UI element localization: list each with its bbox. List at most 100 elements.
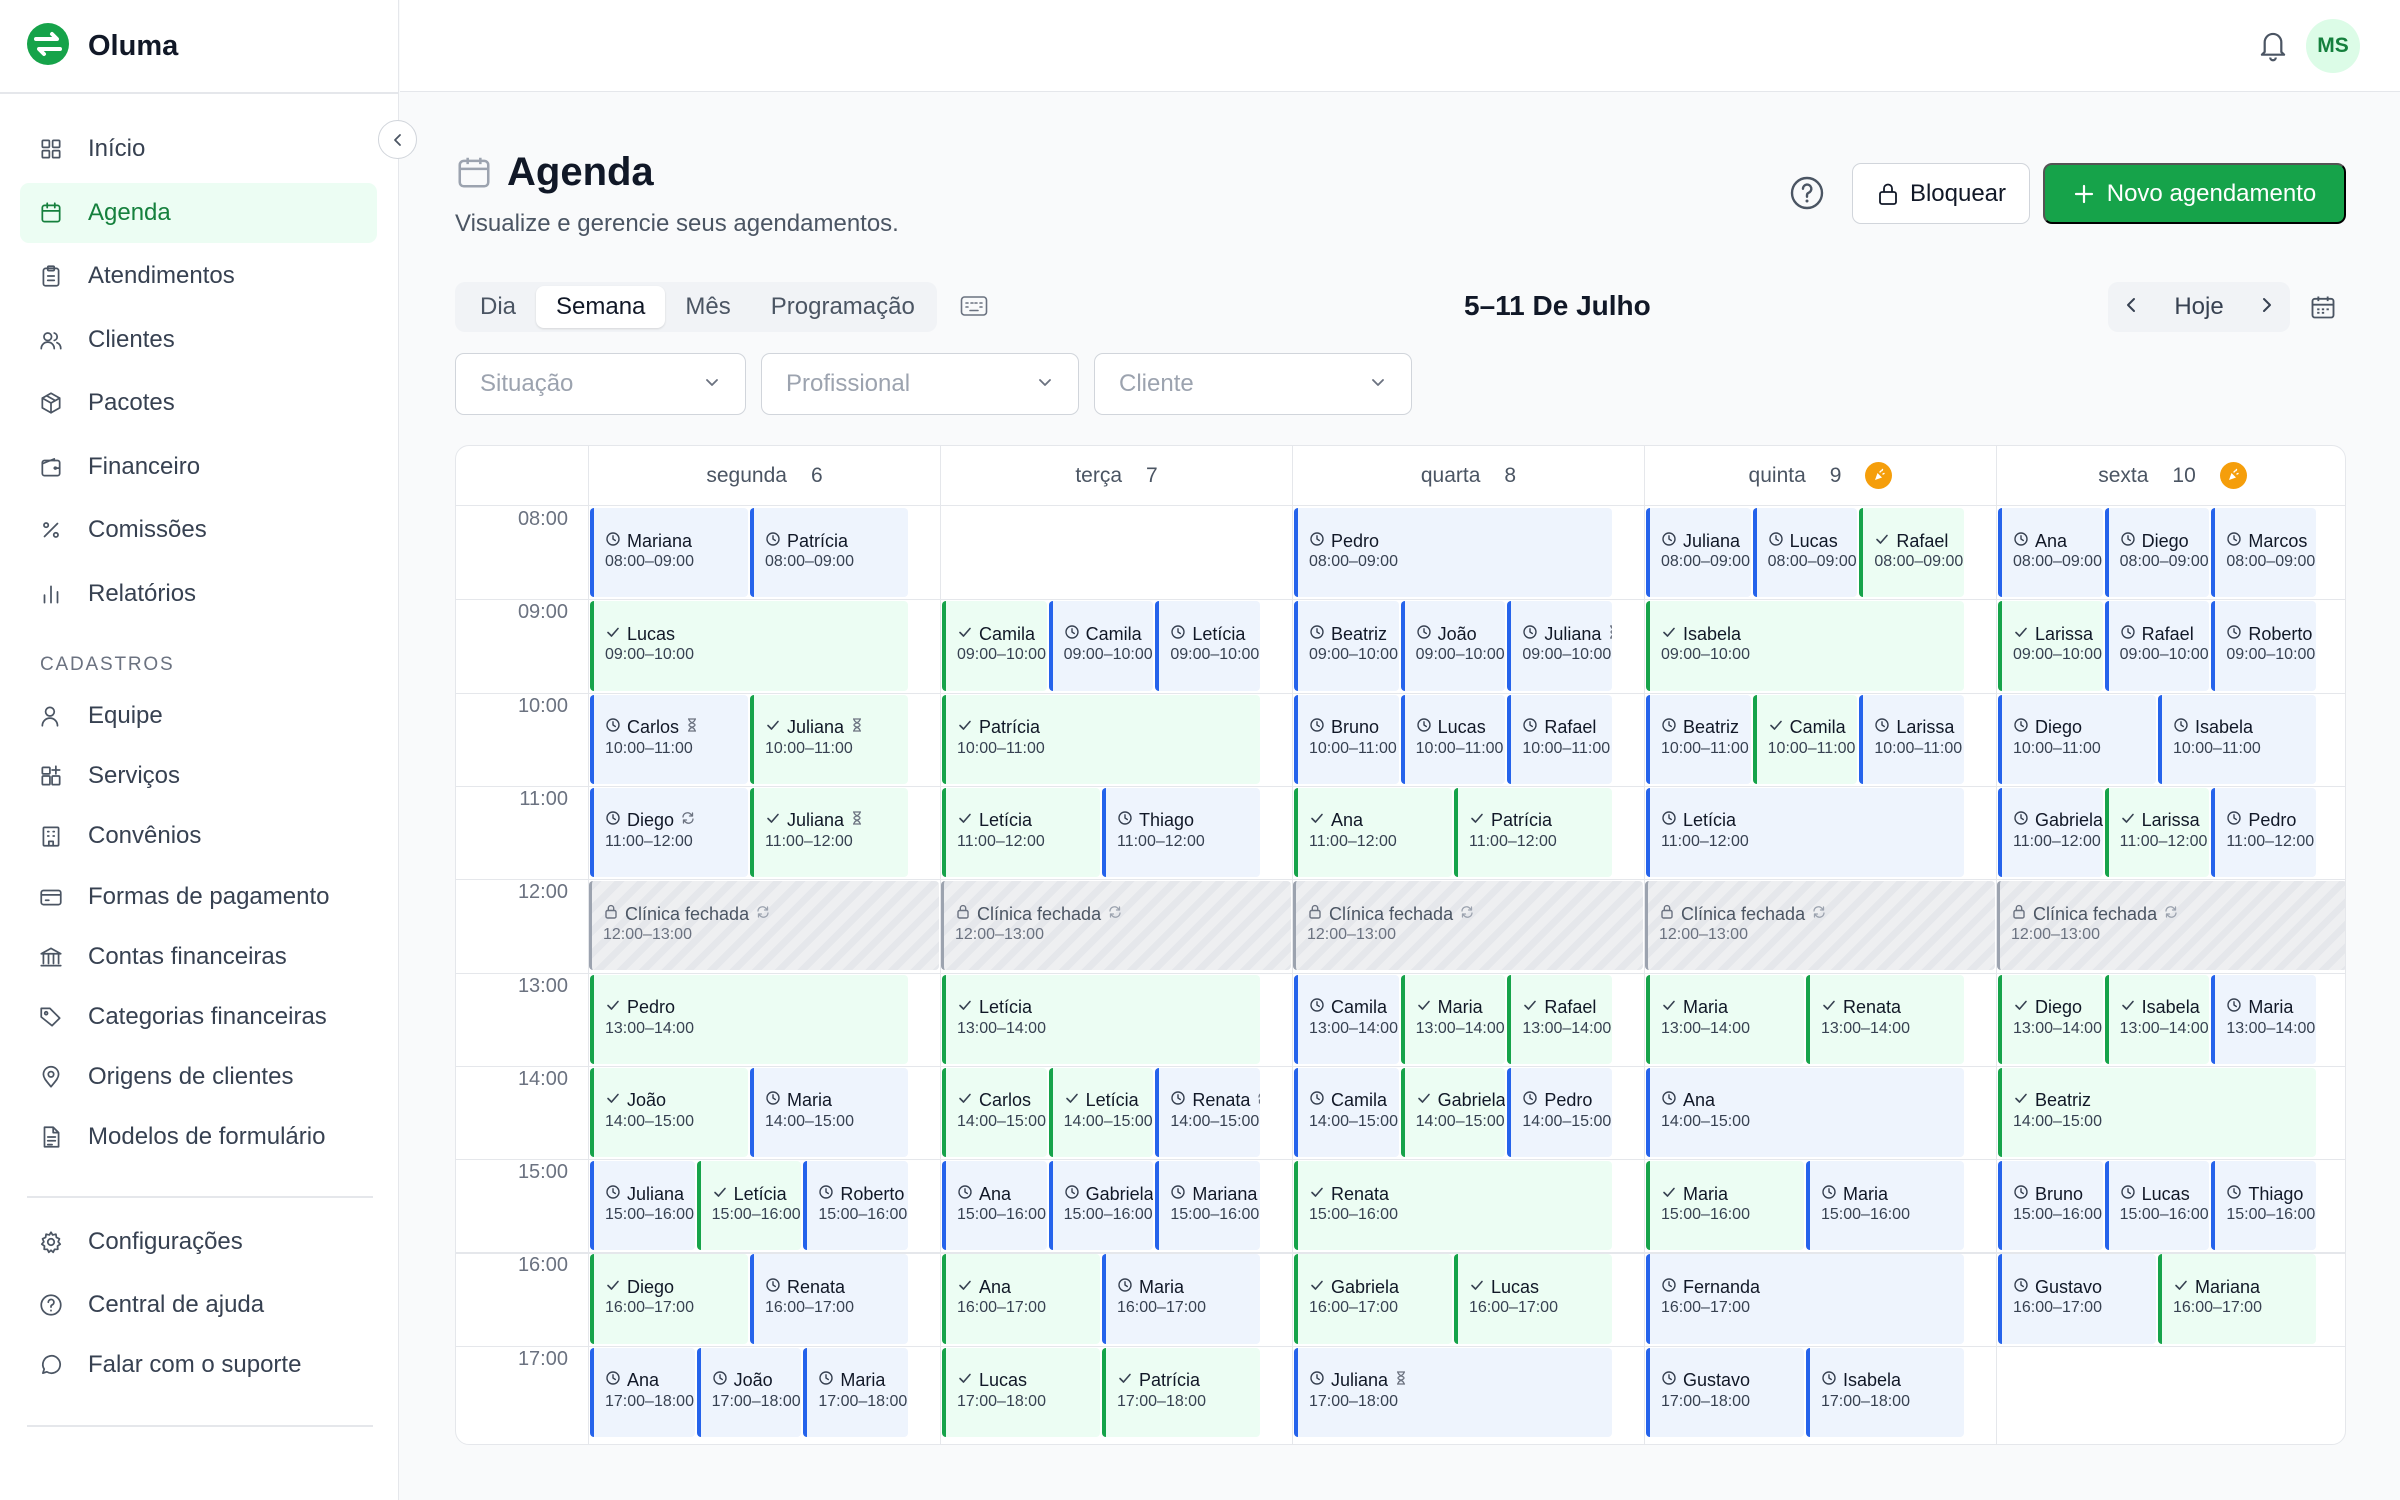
appointment-card[interactable]: Letícia 15:00–16:00 (696, 1161, 802, 1251)
sidebar-item-clientes[interactable]: Clientes (20, 310, 377, 370)
clinic-closed-block[interactable]: Clínica fechada 12:00–13:00 (1293, 881, 1643, 971)
holiday-icon[interactable] (2219, 462, 2247, 489)
clinic-closed-block[interactable]: Clínica fechada 12:00–13:00 (589, 881, 939, 971)
sidebar-item-servicos[interactable]: Serviços (20, 746, 377, 806)
sidebar-item-configuracoes[interactable]: Configurações (20, 1212, 377, 1272)
chevron-right-icon[interactable] (2258, 293, 2274, 321)
appointment-card[interactable]: Renata 15:00–16:00 (1294, 1161, 1612, 1251)
appointment-card[interactable]: Camila 13:00–14:00 (1294, 974, 1399, 1064)
appointment-card[interactable]: Diego 10:00–11:00 (1998, 694, 2156, 784)
filter-cliente[interactable]: Cliente (1094, 353, 1412, 415)
block-button[interactable]: Bloquear (1852, 163, 2030, 224)
appointment-card[interactable]: Maria 13:00–14:00 (2211, 974, 2316, 1064)
appointment-card[interactable]: Ana 17:00–18:00 (590, 1347, 695, 1437)
today-button[interactable]: Hoje (2174, 293, 2223, 321)
appointment-card[interactable]: João 17:00–18:00 (696, 1347, 802, 1437)
appointment-card[interactable]: Gabriela 11:00–12:00 (1998, 787, 2103, 878)
appointment-card[interactable]: Letícia 11:00–12:00 (1646, 787, 1964, 878)
appointment-card[interactable]: Patrícia 11:00–12:00 (1454, 787, 1612, 878)
appointment-card[interactable]: Camila 10:00–11:00 (1752, 694, 1858, 784)
appointment-card[interactable]: Camila 09:00–10:00 (1048, 601, 1154, 691)
day-header-segunda[interactable]: segunda 6 (588, 446, 940, 506)
appointment-card[interactable]: Maria 15:00–16:00 (1806, 1161, 1964, 1251)
bell-icon[interactable] (2256, 27, 2290, 68)
day-header-terca[interactable]: terça 7 (940, 446, 1292, 506)
appointment-card[interactable]: Lucas 16:00–17:00 (1454, 1254, 1612, 1344)
appointment-card[interactable]: Ana 15:00–16:00 (942, 1161, 1047, 1251)
appointment-card[interactable]: Gabriela 16:00–17:00 (1294, 1254, 1452, 1344)
appointment-card[interactable]: Thiago 15:00–16:00 (2211, 1161, 2316, 1251)
appointment-card[interactable]: Letícia 14:00–15:00 (1048, 1067, 1154, 1158)
sidebar-item-equipe[interactable]: Equipe (20, 686, 377, 746)
appointment-card[interactable]: Diego 13:00–14:00 (1998, 974, 2103, 1064)
appointment-card[interactable]: Bruno 10:00–11:00 (1294, 694, 1399, 784)
appointment-card[interactable]: Juliana 09:00–10:00 (1507, 601, 1612, 691)
filter-profissional[interactable]: Profissional (761, 353, 1079, 415)
appointment-card[interactable]: Pedro 11:00–12:00 (2211, 787, 2316, 878)
help-icon[interactable] (1789, 175, 1825, 216)
sidebar-item-origens-de-clientes[interactable]: Origens de clientes (20, 1047, 377, 1107)
calendar-picker-icon[interactable] (2309, 293, 2337, 326)
appointment-card[interactable]: Isabela 09:00–10:00 (1646, 601, 1964, 691)
clinic-closed-block[interactable]: Clínica fechada 12:00–13:00 (941, 881, 1291, 971)
appointment-card[interactable]: Gabriela 14:00–15:00 (1400, 1067, 1506, 1158)
appointment-card[interactable]: Larissa 09:00–10:00 (1998, 601, 2103, 691)
appointment-card[interactable]: João 09:00–10:00 (1400, 601, 1506, 691)
appointment-card[interactable]: Maria 13:00–14:00 (1400, 974, 1506, 1064)
appointment-card[interactable]: Pedro 13:00–14:00 (590, 974, 908, 1064)
appointment-card[interactable]: Larissa 11:00–12:00 (2104, 787, 2210, 878)
appointment-card[interactable]: Maria 13:00–14:00 (1646, 974, 1804, 1064)
appointment-card[interactable]: Mariana 08:00–09:00 (590, 508, 748, 598)
appointment-card[interactable]: Letícia 09:00–10:00 (1155, 601, 1260, 691)
appointment-card[interactable]: Thiago 11:00–12:00 (1102, 787, 1260, 878)
holiday-icon[interactable] (1865, 462, 1893, 489)
sidebar-item-formas-de-pagamento[interactable]: Formas de pagamento (20, 867, 377, 927)
day-header-quinta[interactable]: quinta 9 (1644, 446, 1996, 506)
appointment-card[interactable]: Maria 17:00–18:00 (803, 1347, 908, 1437)
filter-situacao[interactable]: Situação (455, 353, 746, 415)
appointment-card[interactable]: Rafael 13:00–14:00 (1507, 974, 1612, 1064)
sidebar-item-convenios[interactable]: Convênios (20, 806, 377, 866)
sidebar-item-categorias-financeiras[interactable]: Categorias financeiras (20, 987, 377, 1047)
sidebar-item-comissoes[interactable]: Comissões (20, 500, 377, 560)
sidebar-item-relatorios[interactable]: Relatórios (20, 564, 377, 624)
appointment-card[interactable]: Maria 14:00–15:00 (750, 1067, 908, 1158)
appointment-card[interactable]: Diego 16:00–17:00 (590, 1254, 748, 1344)
appointment-card[interactable]: Ana 16:00–17:00 (942, 1254, 1100, 1344)
sidebar-item-modelos-de-formulario[interactable]: Modelos de formulário (20, 1107, 377, 1167)
appointment-card[interactable]: Gabriela 15:00–16:00 (1048, 1161, 1154, 1251)
appointment-card[interactable]: Diego 11:00–12:00 (590, 787, 748, 878)
appointment-card[interactable]: Letícia 13:00–14:00 (942, 974, 1260, 1064)
sidebar-item-atendimentos[interactable]: Atendimentos (20, 246, 377, 306)
appointment-card[interactable]: Diego 08:00–09:00 (2104, 508, 2210, 598)
tab-dia[interactable]: Dia (460, 286, 536, 328)
appointment-card[interactable]: Isabela 17:00–18:00 (1806, 1347, 1964, 1437)
appointment-card[interactable]: Isabela 10:00–11:00 (2158, 694, 2316, 784)
new-appointment-button[interactable]: Novo agendamento (2043, 163, 2346, 224)
appointment-card[interactable]: Renata 13:00–14:00 (1806, 974, 1964, 1064)
appointment-card[interactable]: Carlos 14:00–15:00 (942, 1067, 1047, 1158)
appointment-card[interactable]: Camila 09:00–10:00 (942, 601, 1047, 691)
appointment-card[interactable]: Ana 11:00–12:00 (1294, 787, 1452, 878)
appointment-card[interactable]: Maria 16:00–17:00 (1102, 1254, 1260, 1344)
appointment-card[interactable]: Roberto 09:00–10:00 (2211, 601, 2316, 691)
appointment-card[interactable]: Renata 16:00–17:00 (750, 1254, 908, 1344)
appointment-card[interactable]: Patrícia 10:00–11:00 (942, 694, 1260, 784)
appointment-card[interactable]: Pedro 14:00–15:00 (1507, 1067, 1612, 1158)
sidebar-item-pacotes[interactable]: Pacotes (20, 373, 377, 433)
appointment-card[interactable]: Larissa 10:00–11:00 (1859, 694, 1964, 784)
appointment-card[interactable]: Lucas 08:00–09:00 (1752, 508, 1858, 598)
brand[interactable]: Oluma (26, 22, 178, 69)
sidebar-item-inicio[interactable]: Início (20, 119, 377, 179)
tab-programacao[interactable]: Programação (751, 286, 935, 328)
appointment-card[interactable]: Juliana 08:00–09:00 (1646, 508, 1751, 598)
appointment-card[interactable]: Letícia 11:00–12:00 (942, 787, 1100, 878)
appointment-card[interactable]: Fernanda 16:00–17:00 (1646, 1254, 1964, 1344)
appointment-card[interactable]: Rafael 09:00–10:00 (2104, 601, 2210, 691)
appointment-card[interactable]: Pedro 08:00–09:00 (1294, 508, 1612, 598)
sidebar-item-contas-financeiras[interactable]: Contas financeiras (20, 927, 377, 987)
appointment-card[interactable]: Rafael 10:00–11:00 (1507, 694, 1612, 784)
sidebar-item-central-de-ajuda[interactable]: Central de ajuda (20, 1275, 377, 1335)
appointment-card[interactable]: Carlos 10:00–11:00 (590, 694, 748, 784)
appointment-card[interactable]: Juliana 11:00–12:00 (750, 787, 908, 878)
